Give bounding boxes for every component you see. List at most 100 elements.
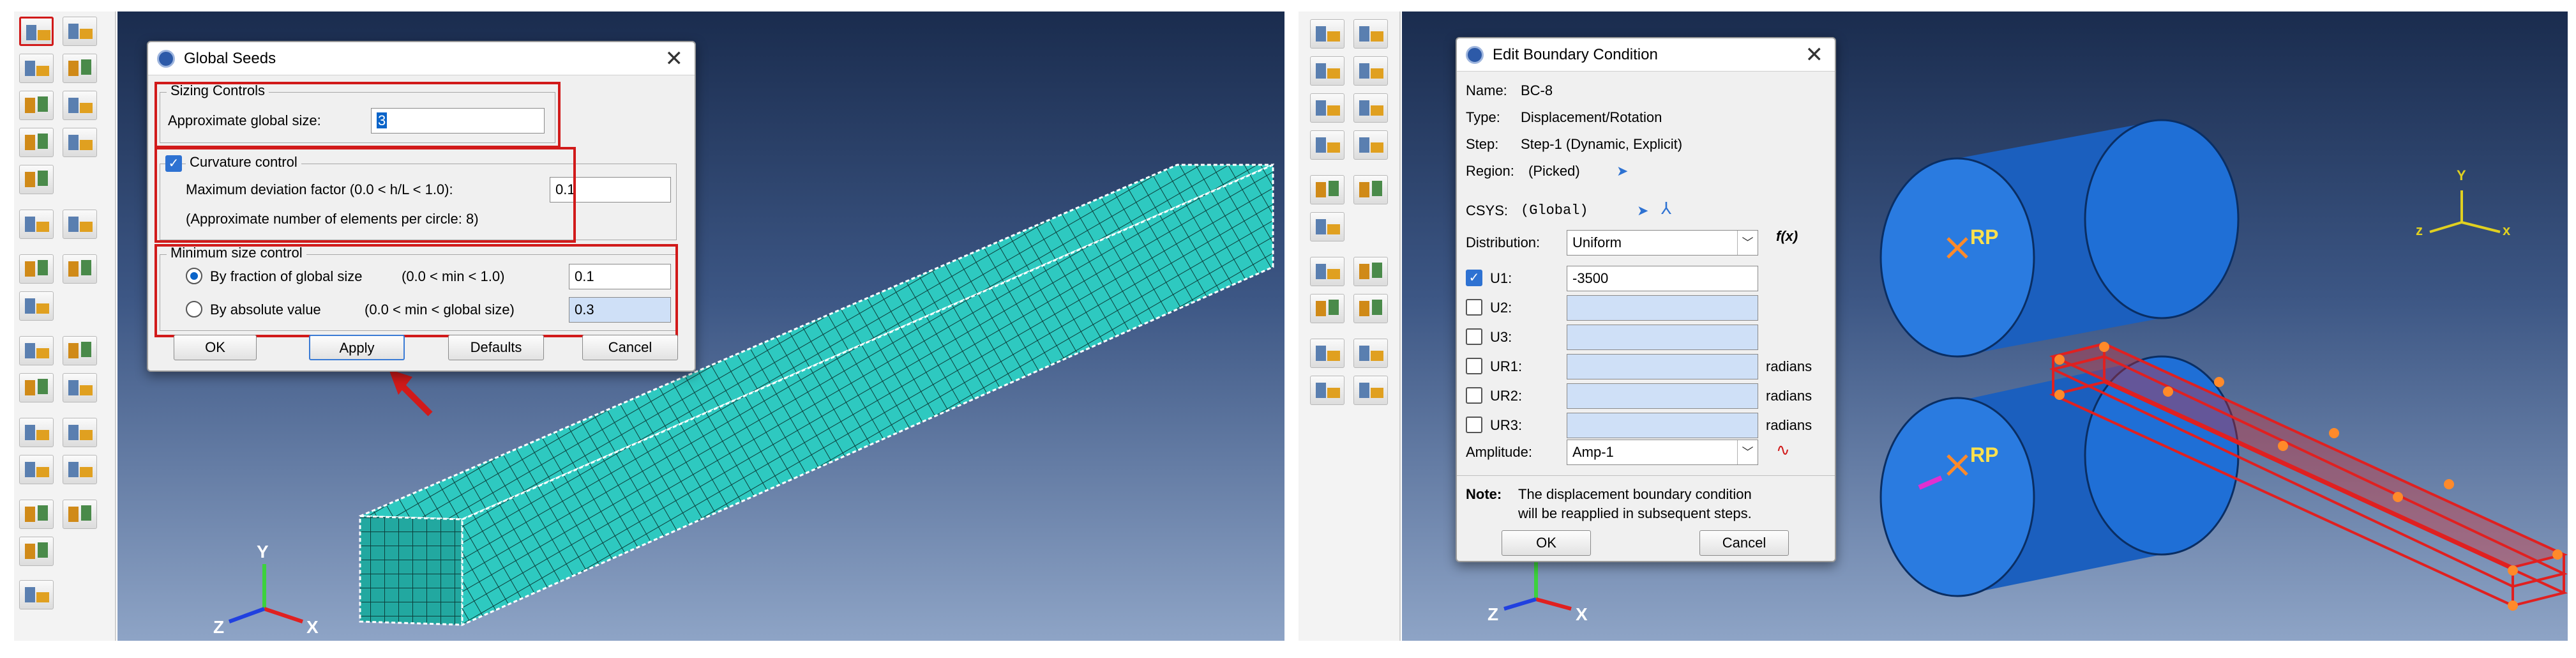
mesh-controls-icon[interactable] <box>19 91 54 120</box>
create-amplitude-icon[interactable] <box>1310 175 1344 204</box>
xyz-query-icon[interactable] <box>1310 339 1344 368</box>
mesh-part-icon[interactable] <box>19 128 54 157</box>
defaults-button[interactable]: Defaults <box>448 335 544 360</box>
rp-upper-label: RP <box>1970 226 1999 249</box>
csys-icon[interactable] <box>19 455 54 484</box>
csys-axis-icon[interactable]: ⅄ <box>1661 199 1671 217</box>
close-icon[interactable]: ✕ <box>665 42 684 75</box>
small-triad-z-label: z <box>2416 222 2423 238</box>
dof-checkbox[interactable] <box>1466 328 1482 345</box>
dof-checkbox[interactable] <box>1466 387 1482 404</box>
edit-mesh-nodes-icon[interactable] <box>63 254 97 284</box>
left-screenshot: Y X Z Global Seeds ✕ Sizing Controls App… <box>14 11 1284 641</box>
csys-label: CSYS: <box>1466 203 1509 218</box>
global-seeds-dialog: Global Seeds ✕ Sizing Controls Approxima… <box>147 41 696 372</box>
triad-x-label: X <box>1576 604 1588 624</box>
datum-plane-icon[interactable] <box>63 373 97 402</box>
create-load-case-icon[interactable] <box>1310 130 1344 160</box>
csys-value: (Global) <box>1521 203 1588 218</box>
cancel-button[interactable]: Cancel <box>582 335 678 360</box>
amplitude-select[interactable]: Amp-1 ﹀ <box>1567 440 1758 465</box>
dof-value-input[interactable] <box>1567 354 1758 379</box>
bc-manager-icon[interactable] <box>1353 56 1388 86</box>
rp-lower-label: RP <box>1970 443 1999 466</box>
region-pick-cursor-icon[interactable]: ➤ <box>1616 162 1628 180</box>
triad-z-label: Z <box>213 617 225 637</box>
axis-triad-icon[interactable] <box>63 418 97 447</box>
datum-csys-icon[interactable] <box>63 455 97 484</box>
cancel-button[interactable]: Cancel <box>1699 530 1789 556</box>
distribution-select[interactable]: Uniform ﹀ <box>1567 230 1758 256</box>
axis-triad-icon[interactable] <box>1353 339 1388 368</box>
dof-value-input[interactable] <box>1567 383 1758 409</box>
mesh-region-icon[interactable] <box>19 165 54 194</box>
dof-value-input[interactable] <box>1567 325 1758 350</box>
assign-orientation-icon[interactable] <box>63 500 97 529</box>
dof-checkbox[interactable] <box>1466 358 1482 374</box>
options-gear-icon[interactable] <box>19 580 54 609</box>
dof-checkbox[interactable] <box>1466 417 1482 433</box>
dof-value-input[interactable] <box>1567 295 1758 321</box>
dof-row: U3: <box>1457 323 1835 351</box>
dof-checkbox[interactable] <box>1466 299 1482 316</box>
datum-axis-icon[interactable] <box>19 373 54 402</box>
element-type-icon[interactable] <box>63 91 97 120</box>
ok-button[interactable]: OK <box>1502 530 1591 556</box>
csys-icon[interactable] <box>1310 376 1344 405</box>
datum-plane-icon[interactable] <box>1353 294 1388 323</box>
amplitude-wave-icon[interactable]: ∿ <box>1776 441 1790 459</box>
pick-cursor-icon[interactable] <box>19 336 54 365</box>
dof-checkbox[interactable]: ✓ <box>1466 270 1482 286</box>
xyz-query-icon[interactable] <box>19 418 54 447</box>
dof-value-input[interactable] <box>1567 413 1758 438</box>
dof-label: UR1: <box>1490 358 1523 374</box>
apply-button[interactable]: Apply <box>309 335 405 360</box>
right-screenshot: RP RP Y x z Y X Z Edit Boundary Conditio… <box>1299 11 2568 641</box>
create-load-icon[interactable] <box>1310 19 1344 49</box>
amplitude-label: Amplitude: <box>1466 444 1532 460</box>
ok-button[interactable]: OK <box>174 335 257 360</box>
dof-row: UR1: radians <box>1457 353 1835 381</box>
triad-x-label: X <box>306 617 319 637</box>
triad-z-label: Z <box>1488 604 1499 624</box>
close-icon[interactable]: ✕ <box>1805 38 1824 72</box>
edit-mesh-icon[interactable] <box>19 254 54 284</box>
partition-icon[interactable] <box>19 210 54 239</box>
seed-edge-icon[interactable] <box>63 17 97 46</box>
chevron-down-icon: ﹀ <box>1737 440 1758 464</box>
dialog-title-bar: Edit Boundary Condition ✕ <box>1457 38 1835 72</box>
pick-cursor-icon[interactable] <box>1310 257 1344 286</box>
csys-pick-cursor-icon[interactable]: ➤ <box>1637 202 1648 220</box>
function-icon[interactable]: f(x) <box>1776 227 1798 245</box>
note-line-2: will be reapplied in subsequent steps. <box>1518 505 1752 521</box>
load-manager-icon[interactable] <box>1353 19 1388 49</box>
name-label: Name: <box>1466 82 1507 98</box>
datum-point-icon[interactable] <box>1353 257 1388 286</box>
left-toolbox <box>14 11 116 641</box>
verify-mesh-check-icon[interactable] <box>63 128 97 157</box>
dof-row: UR3: radians <box>1457 411 1835 440</box>
seed-delete-icon[interactable] <box>63 54 97 83</box>
small-triad-y-label: Y <box>2457 167 2466 183</box>
abaqus-app-icon <box>157 50 175 68</box>
create-bc-icon[interactable] <box>1310 56 1344 86</box>
assign-section-icon[interactable] <box>19 500 54 529</box>
pencil-edit-icon[interactable] <box>19 291 54 321</box>
datum-axis-icon[interactable] <box>1310 294 1344 323</box>
dof-unit: radians <box>1766 388 1812 404</box>
datum-point-icon[interactable] <box>63 336 97 365</box>
small-triad-x-label: x <box>2503 222 2511 238</box>
query-table-icon[interactable] <box>63 210 97 239</box>
dof-row: UR2: radians <box>1457 382 1835 410</box>
seed-part-icon[interactable] <box>19 17 54 46</box>
create-predefined-field-icon[interactable] <box>1310 93 1344 123</box>
load-case-manager-icon[interactable] <box>1353 130 1388 160</box>
amplitude-manager-icon[interactable] <box>1353 175 1388 204</box>
virtual-topology-icon[interactable] <box>19 537 54 566</box>
delete-seeds-icon[interactable] <box>19 54 54 83</box>
chevron-down-icon: ﹀ <box>1737 231 1758 255</box>
dof-value-input[interactable]: -3500 <box>1567 266 1758 291</box>
pencil-edit-icon[interactable] <box>1310 212 1344 241</box>
field-manager-icon[interactable] <box>1353 93 1388 123</box>
datum-csys-icon[interactable] <box>1353 376 1388 405</box>
